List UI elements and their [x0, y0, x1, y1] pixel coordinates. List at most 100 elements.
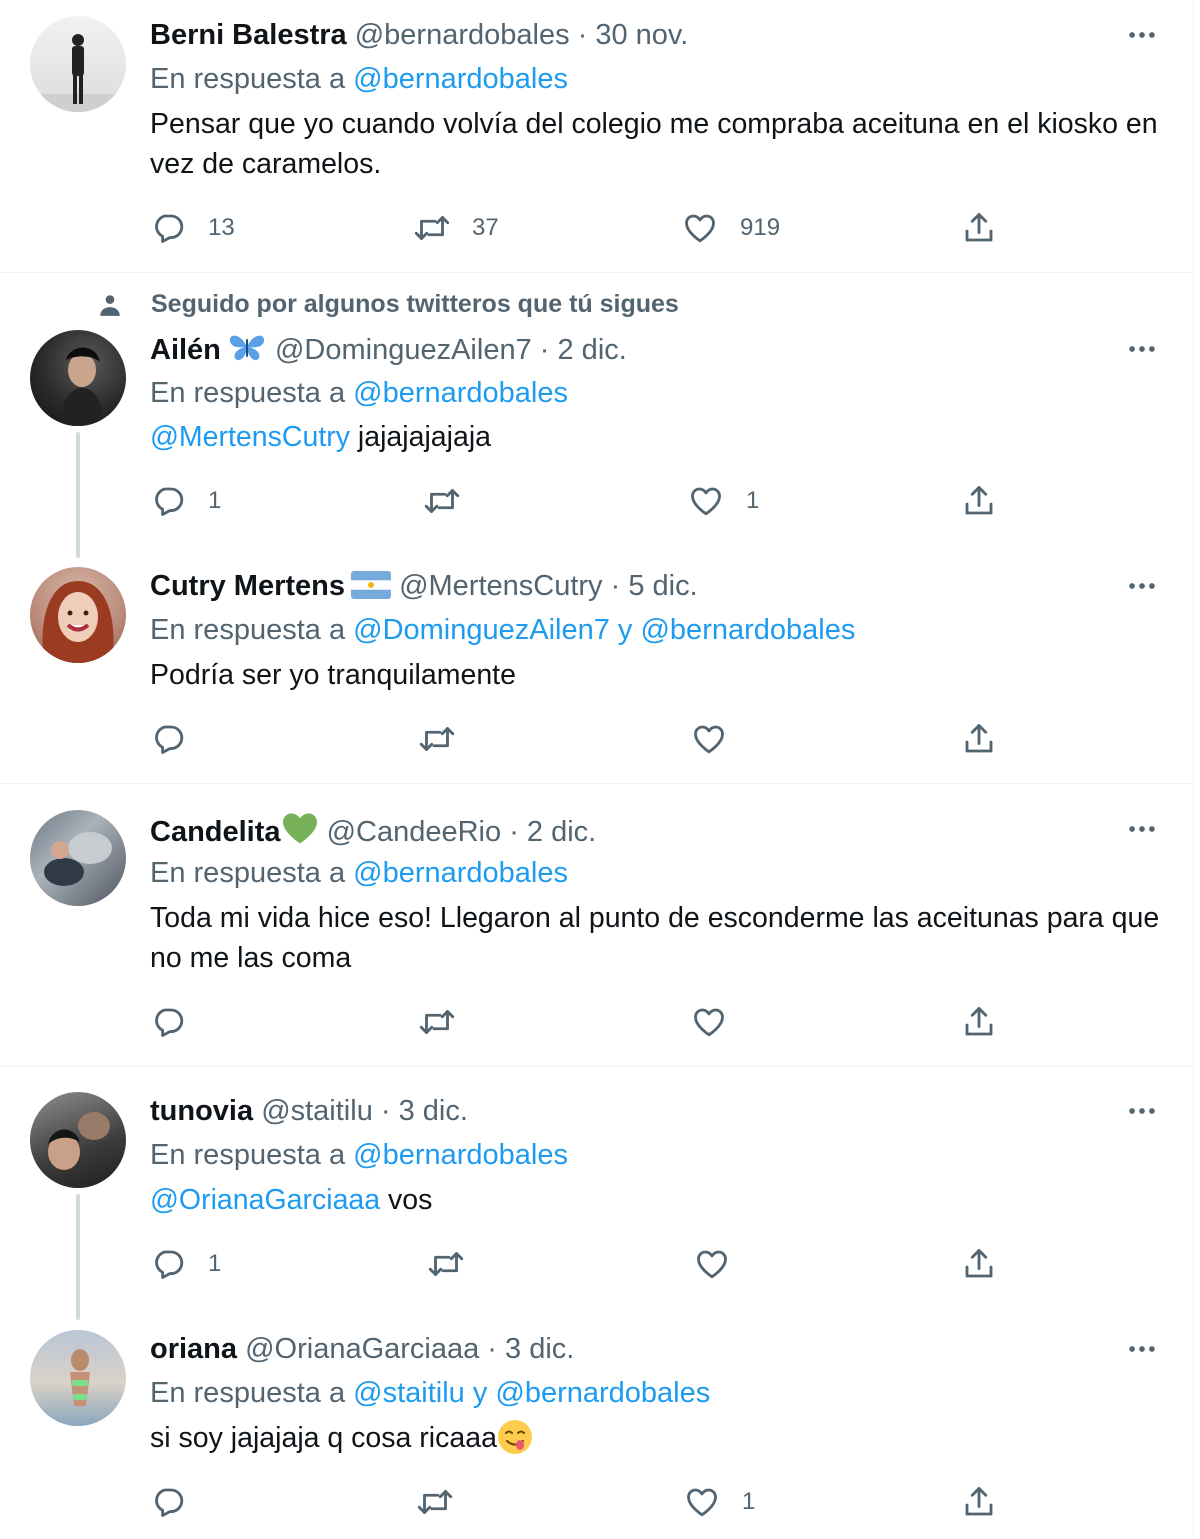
- reply-context: En respuesta a @bernardobales: [150, 1137, 568, 1173]
- tweet-header: Cutry Mertens @MertensCutry · 5 dic.: [150, 568, 698, 608]
- more-options-icon[interactable]: [1124, 331, 1160, 367]
- like-icon: [691, 721, 727, 757]
- share-icon: [961, 1246, 997, 1282]
- retweet-icon: [417, 1484, 453, 1520]
- reply-icon: [150, 721, 186, 757]
- display-name[interactable]: Ailén: [150, 334, 221, 366]
- reply-button[interactable]: 13: [150, 210, 235, 246]
- like-button[interactable]: [694, 1246, 730, 1282]
- more-options-icon[interactable]: [1124, 17, 1160, 53]
- reply-prefix: En respuesta a: [150, 614, 354, 646]
- handle[interactable]: @DominguezAilen7: [275, 334, 532, 366]
- thread-connector: [76, 432, 80, 558]
- display-name[interactable]: Berni Balestra: [150, 19, 347, 51]
- reply-prefix: En respuesta a: [150, 377, 354, 409]
- reply-icon: [150, 483, 186, 519]
- avatar-tunovia[interactable]: [30, 1092, 126, 1188]
- retweet-button[interactable]: 37: [414, 210, 499, 246]
- reply-mention[interactable]: @bernardobales: [353, 63, 568, 95]
- share-button[interactable]: [961, 483, 997, 519]
- reply-icon: [150, 210, 186, 246]
- avatar-berni[interactable]: [30, 16, 126, 112]
- like-icon: [688, 483, 724, 519]
- handle[interactable]: @CandeeRio: [327, 816, 502, 848]
- more-options-icon[interactable]: [1124, 1093, 1160, 1129]
- handle[interactable]: @bernardobales: [355, 19, 570, 51]
- like-button[interactable]: [691, 1004, 727, 1040]
- share-button[interactable]: [961, 1484, 997, 1520]
- green-heart-emoji: [281, 811, 319, 854]
- like-count: 1: [742, 1488, 756, 1515]
- reply-prefix: En respuesta a: [150, 1139, 354, 1171]
- timestamp[interactable]: 2 dic.: [558, 334, 627, 366]
- share-icon: [961, 210, 997, 246]
- timestamp[interactable]: 2 dic.: [527, 816, 596, 848]
- tweet-text: @OrianaGarciaaa vos: [150, 1180, 1170, 1220]
- reply-context: En respuesta a @bernardobales: [150, 375, 568, 411]
- reply-mention[interactable]: @staitilu y @bernardobales: [353, 1377, 710, 1409]
- tweet-header: Ailén @DominguezAilen7 · 2 dic.: [150, 331, 627, 372]
- social-context-label: Seguido por algunos twitteros que tú sig…: [151, 290, 679, 318]
- reply-count: 1: [208, 487, 222, 514]
- timestamp[interactable]: 3 dic.: [505, 1333, 574, 1365]
- reply-mention[interactable]: @bernardobales: [353, 377, 568, 409]
- like-button[interactable]: 1: [688, 483, 759, 519]
- reply-mention[interactable]: @bernardobales: [353, 1139, 568, 1171]
- reply-button[interactable]: [150, 1484, 186, 1520]
- timestamp[interactable]: 5 dic.: [628, 570, 697, 602]
- reply-icon: [150, 1484, 186, 1520]
- like-button[interactable]: 1: [684, 1484, 755, 1520]
- reply-context: En respuesta a @bernardobales: [150, 61, 568, 97]
- display-name[interactable]: oriana: [150, 1333, 237, 1365]
- person-icon: [100, 294, 120, 316]
- share-button[interactable]: [961, 210, 997, 246]
- display-name[interactable]: Cutry Mertens: [150, 570, 345, 602]
- share-button[interactable]: [961, 1004, 997, 1040]
- retweet-button[interactable]: [428, 1246, 464, 1282]
- timestamp[interactable]: 3 dic.: [399, 1095, 468, 1127]
- retweet-button[interactable]: [424, 483, 482, 519]
- like-button[interactable]: 919: [682, 210, 780, 246]
- avatar-candelita[interactable]: [30, 810, 126, 906]
- text-mention[interactable]: @MertensCutry: [150, 421, 350, 453]
- retweet-button[interactable]: [417, 1484, 453, 1520]
- tweet-header: tunovia @staitilu · 3 dic.: [150, 1093, 468, 1129]
- reply-button[interactable]: 1: [150, 1246, 221, 1282]
- tweet-text: Toda mi vida hice eso! Llegaron al punto…: [150, 902, 1160, 974]
- retweet-icon: [428, 1246, 464, 1282]
- reply-mention[interactable]: @DominguezAilen7 y @bernardobales: [353, 614, 855, 646]
- retweet-icon: [424, 483, 460, 519]
- reply-button[interactable]: 1: [150, 483, 221, 519]
- share-button[interactable]: [961, 1246, 997, 1282]
- avatar-oriana[interactable]: [30, 1330, 126, 1426]
- more-options-icon[interactable]: [1124, 1331, 1160, 1367]
- handle[interactable]: @MertensCutry: [399, 570, 602, 602]
- display-name[interactable]: tunovia: [150, 1095, 253, 1127]
- like-count: 1: [746, 487, 760, 514]
- more-options-icon[interactable]: [1124, 568, 1160, 604]
- tweet-text: @MertensCutry jajajajajaja: [150, 417, 1170, 457]
- avatar-ailen[interactable]: [30, 330, 126, 426]
- avatar-cutry[interactable]: [30, 567, 126, 663]
- reply-mention[interactable]: @bernardobales: [353, 857, 568, 889]
- text-body: vos: [380, 1184, 433, 1216]
- reply-button[interactable]: [150, 1004, 186, 1040]
- reply-prefix: En respuesta a: [150, 63, 354, 95]
- handle[interactable]: @OrianaGarciaaa: [245, 1333, 479, 1365]
- dot-separator: ·: [531, 334, 558, 366]
- handle[interactable]: @staitilu: [261, 1095, 373, 1127]
- retweet-button[interactable]: [419, 1004, 455, 1040]
- text-mention[interactable]: @OrianaGarciaaa: [150, 1184, 380, 1216]
- display-name[interactable]: Candelita: [150, 816, 281, 848]
- more-options-icon[interactable]: [1124, 811, 1160, 847]
- thread-connector: [76, 1194, 80, 1320]
- retweet-button[interactable]: [419, 721, 455, 757]
- reply-count: 13: [208, 214, 235, 241]
- reply-button[interactable]: [150, 721, 186, 757]
- share-button[interactable]: [961, 721, 997, 757]
- like-button[interactable]: [691, 721, 727, 757]
- share-icon: [961, 1484, 997, 1520]
- timestamp[interactable]: 30 nov.: [595, 19, 688, 51]
- reply-icon: [150, 1246, 186, 1282]
- retweet-icon: [419, 1004, 455, 1040]
